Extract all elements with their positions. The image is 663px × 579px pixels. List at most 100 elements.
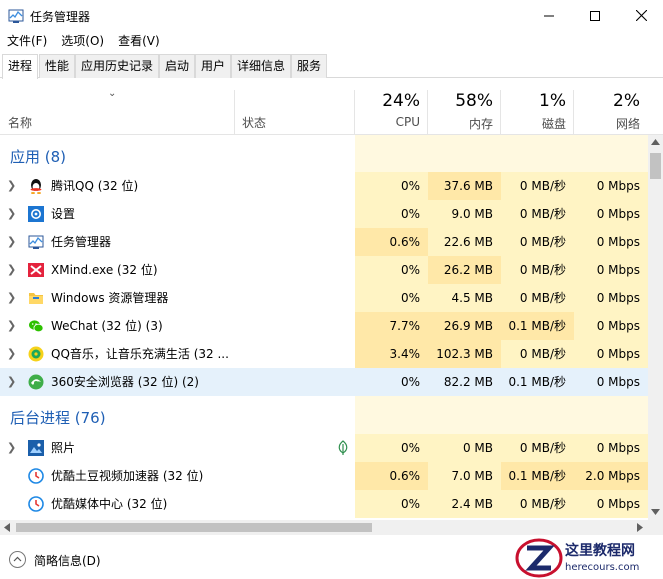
task-manager-icon [8, 9, 24, 23]
fewer-details-icon[interactable] [9, 551, 26, 568]
cpu-value: 0% [355, 434, 428, 462]
expand-chevron-icon[interactable]: ❯ [7, 368, 16, 396]
expand-chevron-icon[interactable]: ❯ [7, 228, 16, 256]
maximize-button[interactable] [572, 0, 618, 31]
sort-chevron-icon[interactable]: ⌄ [108, 88, 116, 99]
network-value: 0 Mbps [574, 340, 648, 368]
gear-icon [28, 206, 44, 222]
network-value: 0 Mbps [574, 368, 648, 396]
disk-value: 0 MB/秒 [501, 228, 574, 256]
tab-services[interactable]: 服务 [291, 54, 327, 78]
scroll-down-icon[interactable] [651, 509, 660, 515]
scroll-right-icon[interactable] [637, 523, 643, 532]
close-icon [635, 10, 647, 21]
table-row[interactable]: ❯ 照片 0% 0 MB 0 MB/秒 0 Mbps [0, 434, 648, 462]
task-manager-icon [28, 235, 44, 249]
vertical-scroll-thumb[interactable] [650, 153, 661, 179]
memory-value: 9.0 MB [428, 200, 501, 228]
horizontal-scrollbar[interactable] [0, 520, 663, 535]
process-name: 腾讯QQ (32 位) [51, 179, 139, 193]
wechat-icon [29, 320, 44, 333]
cpu-value: 0.6% [355, 228, 428, 256]
expand-chevron-icon[interactable]: ❯ [7, 172, 16, 200]
process-name: XMind.exe (32 位) [51, 263, 158, 277]
expand-chevron-icon[interactable]: ❯ [7, 256, 16, 284]
table-row[interactable]: ❯ XMind.exe (32 位) 0% 26.2 MB 0 MB/秒 0 M… [0, 256, 648, 284]
vertical-scrollbar[interactable] [648, 135, 663, 520]
column-network[interactable]: 2% 网络 [574, 78, 648, 135]
column-name[interactable]: 名称 [8, 114, 32, 131]
scroll-up-icon[interactable] [651, 139, 660, 145]
xmind-icon [28, 263, 44, 277]
disk-value: 0 MB/秒 [501, 200, 574, 228]
close-button[interactable] [618, 0, 663, 31]
network-label: 网络 [615, 117, 640, 131]
process-name: Windows 资源管理器 [51, 291, 169, 305]
network-value: 0 Mbps [574, 284, 648, 312]
watermark: 这里教程网 herecours.com [515, 538, 663, 579]
maximize-icon [590, 10, 600, 21]
tab-details[interactable]: 详细信息 [231, 54, 291, 78]
network-value: 2.0 Mbps [574, 462, 648, 490]
table-row[interactable]: ❯ WeChat (32 位) (3) 7.7% 26.9 MB 0.1 MB/… [0, 312, 648, 340]
window-title: 任务管理器 [30, 10, 91, 24]
process-name: 任务管理器 [51, 235, 112, 249]
expand-chevron-icon[interactable]: ❯ [7, 312, 16, 340]
memory-value: 26.2 MB [428, 256, 501, 284]
table-row[interactable]: ❯ Windows 资源管理器 0% 4.5 MB 0 MB/秒 0 Mbps [0, 284, 648, 312]
expand-chevron-icon[interactable]: ❯ [7, 284, 16, 312]
horizontal-scroll-thumb[interactable] [16, 523, 372, 532]
expand-chevron-icon[interactable]: ❯ [7, 434, 16, 462]
qq-penguin-icon [30, 179, 42, 194]
tab-users[interactable]: 用户 [195, 54, 231, 78]
column-status[interactable]: 状态 [242, 114, 266, 131]
disk-value: 0 MB/秒 [501, 434, 574, 462]
cpu-value: 0% [355, 256, 428, 284]
table-row[interactable]: ❯ 设置 0% 9.0 MB 0 MB/秒 0 Mbps [0, 200, 648, 228]
expand-chevron-icon[interactable]: ❯ [7, 200, 16, 228]
expand-chevron-icon[interactable]: ❯ [7, 340, 16, 368]
network-value: 0 Mbps [574, 312, 648, 340]
tab-performance[interactable]: 性能 [39, 54, 75, 78]
memory-value: 0 MB [428, 434, 501, 462]
tab-startup[interactable]: 启动 [159, 54, 195, 78]
process-name: 设置 [51, 207, 76, 221]
table-row[interactable]: ❯ 腾讯QQ (32 位) 0% 37.6 MB 0 MB/秒 0 Mbps [0, 172, 648, 200]
network-percent: 2% [613, 91, 640, 111]
menu-file[interactable]: 文件(F) [7, 31, 47, 51]
column-cpu[interactable]: 24% CPU [355, 78, 428, 135]
table-row-selected[interactable]: ❯ 360安全浏览器 (32 位) (2) 0% 82.2 MB 0.1 MB/… [0, 368, 648, 396]
fewer-details-link[interactable]: 简略信息(D) [34, 552, 101, 569]
table-row[interactable]: 优酷土豆视频加速器 (32 位) 0.6% 7.0 MB 0.1 MB/秒 2.… [0, 462, 648, 490]
disk-value: 0 MB/秒 [501, 256, 574, 284]
table-row[interactable]: ❯ QQ音乐，让音乐充满生活 (32 ... 3.4% 102.3 MB 0 M… [0, 340, 648, 368]
column-disk[interactable]: 1% 磁盘 [501, 78, 574, 135]
table-row[interactable]: ❯ 任务管理器 0.6% 22.6 MB 0 MB/秒 0 Mbps [0, 228, 648, 256]
network-value: 0 Mbps [574, 434, 648, 462]
cpu-percent: 24% [382, 91, 420, 111]
tab-app-history[interactable]: 应用历史记录 [75, 54, 159, 78]
memory-value: 7.0 MB [428, 462, 501, 490]
memory-value: 102.3 MB [428, 340, 501, 368]
column-memory[interactable]: 58% 内存 [428, 78, 501, 135]
watermark-url: herecours.com [565, 562, 640, 573]
memory-value: 2.4 MB [428, 490, 501, 518]
minimize-button[interactable] [526, 0, 572, 31]
memory-value: 22.6 MB [428, 228, 501, 256]
disk-value: 0 MB/秒 [501, 172, 574, 200]
youku-icon [28, 468, 44, 484]
disk-value: 0.1 MB/秒 [501, 462, 574, 490]
title-bar: 任务管理器 [0, 0, 663, 31]
qq-music-icon [28, 346, 44, 362]
cpu-value: 0.6% [355, 462, 428, 490]
tab-processes[interactable]: 进程 [2, 54, 38, 79]
disk-percent: 1% [539, 91, 566, 111]
network-value: 0 Mbps [574, 490, 648, 518]
table-row[interactable]: 优酷媒体中心 (32 位) 0% 2.4 MB 0 MB/秒 0 Mbps [0, 490, 648, 518]
watermark-logo-icon [515, 538, 563, 578]
memory-label: 内存 [468, 117, 493, 131]
disk-value: 0.1 MB/秒 [501, 368, 574, 396]
scroll-left-icon[interactable] [4, 523, 10, 532]
menu-options[interactable]: 选项(O) [61, 31, 104, 51]
menu-view[interactable]: 查看(V) [118, 31, 160, 51]
